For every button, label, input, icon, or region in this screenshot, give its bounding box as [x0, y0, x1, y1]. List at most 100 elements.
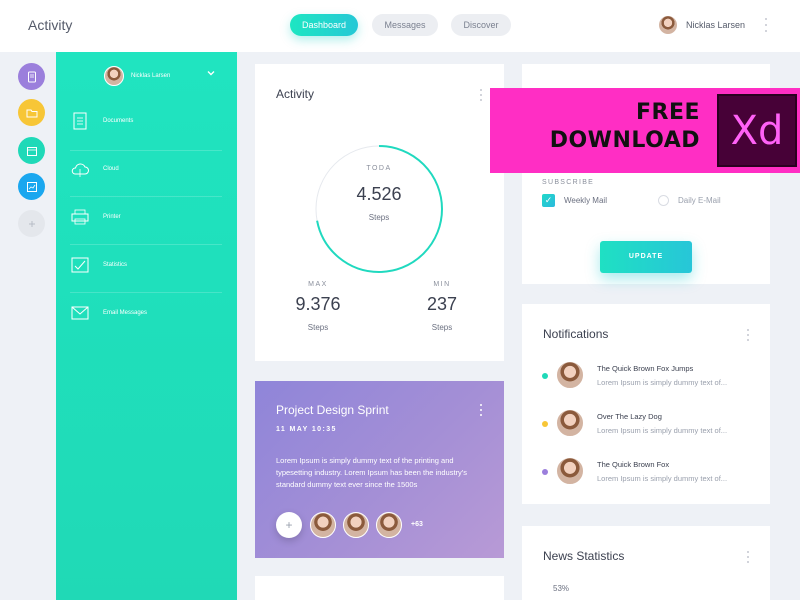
- notification-title: The Quick Brown Fox Jumps: [597, 364, 694, 373]
- email-icon: [71, 306, 89, 320]
- project-description: Lorem Ipsum is simply dummy text of the …: [276, 456, 467, 489]
- min-value: 237: [426, 294, 458, 314]
- max-value: 9.376: [295, 294, 341, 314]
- update-button[interactable]: UPDATE: [600, 241, 692, 273]
- rail-chart-button[interactable]: [18, 173, 45, 200]
- min-label: MIN: [433, 281, 451, 288]
- today-unit: Steps: [368, 213, 390, 222]
- notification-title: The Quick Brown Fox: [597, 460, 670, 469]
- sidebar-user[interactable]: Nicklas Larsen: [104, 66, 170, 86]
- project-title: Project Design Sprint: [276, 403, 389, 417]
- nav-dashboard[interactable]: Dashboard: [290, 14, 358, 36]
- folder-icon: [26, 109, 37, 117]
- rail-folder-button[interactable]: [18, 99, 45, 126]
- divider: [70, 150, 222, 151]
- xd-logo: Xd: [717, 94, 797, 167]
- project-card[interactable]: Project Design Sprint 11 MAY 10:35 Lorem…: [255, 381, 504, 558]
- sidebar-item-label: Email Messages: [103, 310, 148, 316]
- max-unit: Steps: [307, 323, 329, 332]
- chevron-down-icon[interactable]: [206, 68, 216, 78]
- weekly-mail-checkbox[interactable]: ✓: [542, 194, 555, 207]
- rail-add-button[interactable]: [18, 210, 45, 237]
- sidebar-item-label: Documents: [103, 118, 134, 124]
- sidebar-item-printer[interactable]: Printer: [70, 206, 220, 228]
- notification-item[interactable]: The Quick Brown Fox Jumps Lorem Ipsum is…: [542, 361, 762, 393]
- card-partial: [255, 576, 504, 600]
- rail-document-button[interactable]: [18, 63, 45, 90]
- sidebar-user-name: Nicklas Larsen: [131, 73, 171, 79]
- rail-calendar-button[interactable]: [18, 137, 45, 164]
- news-value: 53%: [553, 584, 570, 593]
- nav-messages[interactable]: Messages: [372, 14, 438, 36]
- more-members-count[interactable]: +63: [411, 521, 423, 528]
- status-dot: [542, 469, 548, 475]
- printer-icon: [71, 209, 89, 225]
- card-title: Activity: [276, 87, 315, 101]
- avatar: [658, 15, 678, 35]
- min-stat: MIN 237 Steps: [382, 281, 502, 332]
- today-value: 4.526: [356, 184, 402, 204]
- promo-line-2: DOWNLOAD: [549, 128, 700, 153]
- today-label: TODA: [366, 165, 392, 172]
- promo-banner[interactable]: FREE DOWNLOAD Xd: [490, 88, 800, 173]
- max-label: MAX: [308, 281, 328, 288]
- top-bar: Activity Dashboard Messages Discover Nic…: [0, 0, 800, 52]
- sidebar-item-cloud[interactable]: Cloud: [70, 158, 220, 180]
- weekly-mail-label: Weekly Mail: [564, 196, 607, 205]
- avatar: [556, 361, 584, 389]
- sidebar-item-label: Cloud: [103, 166, 119, 172]
- card-title: Notifications: [543, 327, 609, 341]
- status-dot: [542, 373, 548, 379]
- notification-body: Lorem Ipsum is simply dummy text of...: [597, 474, 728, 483]
- avatar: [556, 457, 584, 485]
- news-statistics-card: News Statistics 53%: [522, 526, 770, 600]
- divider: [70, 196, 222, 197]
- app-title: Activity: [28, 17, 73, 33]
- plus-icon: [28, 220, 35, 227]
- sidebar-item-label: Statistics: [103, 262, 128, 268]
- notification-body: Lorem Ipsum is simply dummy text of...: [597, 426, 728, 435]
- avatar: [104, 66, 124, 86]
- statistics-icon: [71, 257, 89, 273]
- sidebar-item-label: Printer: [103, 214, 121, 220]
- sidebar-item-email[interactable]: Email Messages: [70, 302, 220, 324]
- cloud-icon: [71, 163, 89, 177]
- card-title: News Statistics: [543, 549, 625, 563]
- divider: [70, 244, 222, 245]
- user-menu[interactable]: Nicklas Larsen: [658, 14, 745, 36]
- more-options-icon[interactable]: [479, 89, 483, 101]
- daily-email-label: Daily E-Mail: [678, 196, 721, 205]
- status-dot: [542, 421, 548, 427]
- activity-card: Activity TODA 4.526 Steps MAX 9.376 Step…: [255, 64, 504, 361]
- avatar: [376, 512, 402, 538]
- icon-rail: [0, 52, 56, 600]
- more-options-icon[interactable]: [479, 404, 483, 416]
- sidebar-item-statistics[interactable]: Statistics: [70, 254, 220, 276]
- sidebar: Nicklas Larsen Documents Cloud Printer S…: [56, 52, 237, 600]
- document-icon: [73, 112, 87, 130]
- more-options-icon[interactable]: [764, 18, 768, 32]
- user-name: Nicklas Larsen: [686, 20, 746, 30]
- avatar: [310, 512, 336, 538]
- document-icon: [27, 71, 36, 82]
- avatar: [343, 512, 369, 538]
- sidebar-item-documents[interactable]: Documents: [70, 110, 220, 132]
- max-stat: MAX 9.376 Steps: [258, 281, 378, 332]
- notifications-card: Notifications The Quick Brown Fox Jumps …: [522, 304, 770, 504]
- notification-body: Lorem Ipsum is simply dummy text of...: [597, 378, 728, 387]
- nav-discover[interactable]: Discover: [451, 14, 511, 36]
- avatar: [556, 409, 584, 437]
- promo-line-1: FREE: [635, 100, 700, 125]
- notification-title: Over The Lazy Dog: [597, 412, 662, 421]
- project-date: 11 MAY 10:35: [276, 426, 337, 433]
- chart-icon: [26, 181, 37, 192]
- notification-item[interactable]: The Quick Brown Fox Lorem Ipsum is simpl…: [542, 457, 762, 489]
- min-unit: Steps: [431, 323, 453, 332]
- add-member-button[interactable]: +: [276, 512, 302, 538]
- notification-item[interactable]: Over The Lazy Dog Lorem Ipsum is simply …: [542, 409, 762, 441]
- divider: [70, 292, 222, 293]
- daily-email-checkbox[interactable]: [658, 195, 669, 206]
- more-options-icon[interactable]: [746, 329, 750, 341]
- more-options-icon[interactable]: [746, 551, 750, 563]
- subscribe-label: SUBSCRIBE: [542, 179, 595, 186]
